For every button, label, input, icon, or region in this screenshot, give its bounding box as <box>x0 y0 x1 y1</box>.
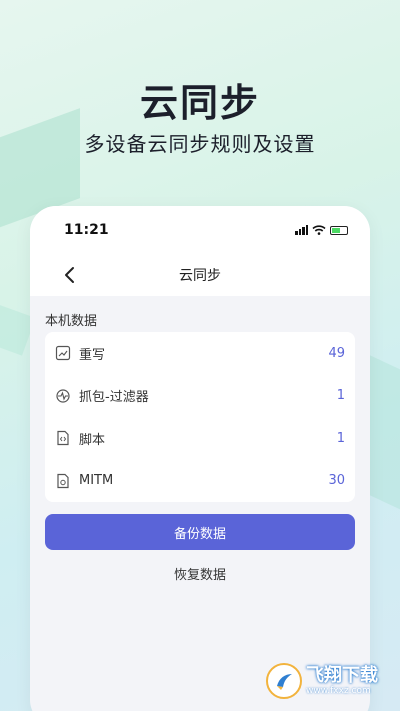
row-left: 重写 <box>55 344 105 363</box>
list-item-script[interactable]: 脚本 1 <box>55 417 345 460</box>
backup-data-button[interactable]: 备份数据 <box>45 514 355 550</box>
list-item-count: 30 <box>328 473 345 489</box>
promo-title: 云同步 <box>139 81 260 125</box>
row-left: 抓包-过滤器 <box>55 386 149 405</box>
back-arrow-icon[interactable] <box>60 265 80 285</box>
capture-filter-icon <box>56 389 70 403</box>
status-time: 11:21 <box>64 222 109 238</box>
row-left: 脚本 <box>55 429 105 448</box>
watermark: 飞翔下载 www.fxxz.com <box>266 663 378 699</box>
mitm-icon <box>57 473 69 488</box>
list-item-mitm[interactable]: MITM 30 <box>55 460 345 503</box>
list-item-label: 抓包-过滤器 <box>79 390 149 406</box>
list-item-capture-filter[interactable]: 抓包-过滤器 1 <box>55 375 345 418</box>
list-item-label: 脚本 <box>79 432 106 448</box>
rewrite-icon <box>55 346 71 361</box>
list-item-label: MITM <box>79 473 114 489</box>
status-icons <box>295 225 348 235</box>
section-label: 本机数据 <box>45 314 98 329</box>
status-bar: 11:21 <box>30 206 370 254</box>
script-icon <box>57 431 69 446</box>
watermark-name: 飞翔下载 <box>306 665 378 686</box>
list-item-label: 重写 <box>79 347 106 363</box>
data-card: 重写 49 抓包-过滤器 1 脚本 1 MITM 30 <box>45 332 355 502</box>
watermark-text: 飞翔下载 www.fxxz.com <box>306 665 378 697</box>
list-item-count: 1 <box>336 430 345 446</box>
watermark-logo-icon <box>266 663 302 699</box>
nav-title: 云同步 <box>179 268 221 284</box>
row-left: MITM <box>55 473 113 489</box>
watermark-url: www.fxxz.com <box>306 686 371 696</box>
list-item-rewrite[interactable]: 重写 49 <box>55 332 345 375</box>
wifi-icon <box>312 225 326 235</box>
restore-data-button[interactable]: 恢复数据 <box>30 564 370 584</box>
battery-icon <box>330 225 348 235</box>
signal-icon <box>295 225 308 235</box>
list-item-count: 1 <box>336 388 345 404</box>
phone-screen: 11:21 云同步 本机数据 重写 49 抓包-过滤器 1 脚本 1 MITM … <box>30 206 370 711</box>
list-item-count: 49 <box>328 345 345 361</box>
nav-bar: 云同步 <box>30 254 370 296</box>
promo-subtitle: 多设备云同步规则及设置 <box>84 132 316 156</box>
